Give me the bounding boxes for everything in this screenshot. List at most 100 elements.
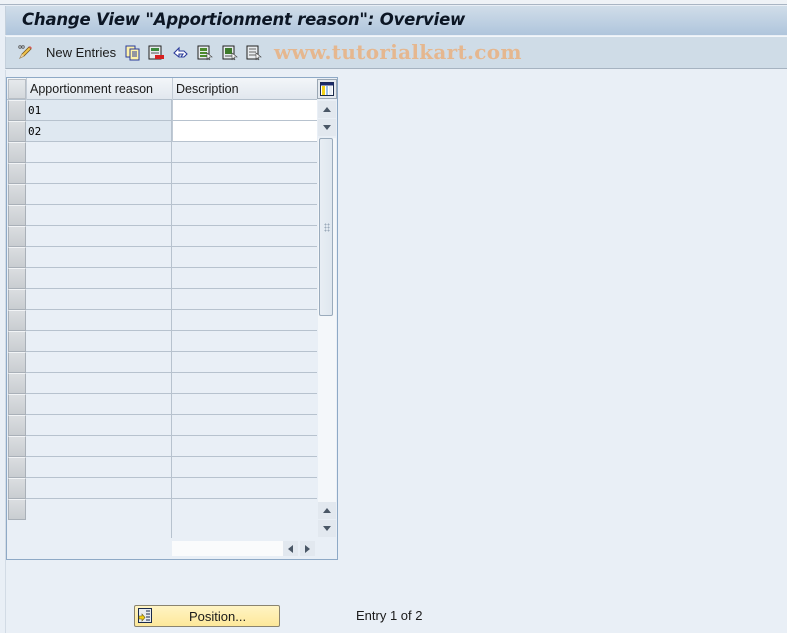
- table-row: [7, 499, 317, 520]
- scroll-right-button[interactable]: [300, 541, 315, 556]
- cell-description: [172, 184, 317, 205]
- position-button[interactable]: Position...: [134, 605, 280, 627]
- table-row: [7, 310, 317, 331]
- cell-apportionment-reason: [26, 205, 172, 226]
- cell-description: [172, 499, 317, 520]
- cell-apportionment-reason: [26, 394, 172, 415]
- position-button-label: Position...: [189, 609, 247, 624]
- row-selector[interactable]: [8, 247, 26, 268]
- column-config-icon: [320, 82, 334, 96]
- cell-description: [172, 163, 317, 184]
- new-entries-button[interactable]: New Entries: [46, 45, 116, 60]
- page-down-button[interactable]: [318, 520, 336, 537]
- table-control: Apportionment reason Description 01 02: [6, 77, 338, 560]
- row-selector[interactable]: [8, 289, 26, 310]
- row-selector[interactable]: [8, 436, 26, 457]
- table-row: 01: [7, 100, 317, 121]
- arrow-left-icon: [288, 544, 293, 553]
- cell-description: [172, 205, 317, 226]
- row-selector[interactable]: [8, 499, 26, 520]
- row-selector[interactable]: [8, 310, 26, 331]
- cell-description: [172, 478, 317, 499]
- table-row: [7, 373, 317, 394]
- vertical-scrollbar[interactable]: [318, 100, 337, 540]
- cell-description: [172, 268, 317, 289]
- table-row: [7, 142, 317, 163]
- cell-description[interactable]: [172, 121, 317, 142]
- table-row: [7, 478, 317, 499]
- column-header-apportionment-reason[interactable]: Apportionment reason: [26, 78, 172, 100]
- select-all-icon[interactable]: [197, 44, 214, 61]
- cell-description: [172, 226, 317, 247]
- row-selector[interactable]: [8, 226, 26, 247]
- cell-description: [172, 142, 317, 163]
- page-title: Change View "Apportionment reason": Over…: [22, 10, 466, 29]
- cell-apportionment-reason: [26, 184, 172, 205]
- cell-apportionment-reason[interactable]: 02: [26, 121, 172, 142]
- arrow-up-icon: [323, 107, 331, 112]
- select-all-rows-button[interactable]: [8, 79, 26, 99]
- table-settings-button[interactable]: [317, 79, 337, 99]
- cell-description: [172, 352, 317, 373]
- row-selector[interactable]: [8, 478, 26, 499]
- entry-counter: Entry 1 of 2: [356, 608, 423, 623]
- delete-icon[interactable]: [148, 44, 165, 61]
- cell-description: [172, 436, 317, 457]
- table-row: [7, 436, 317, 457]
- undo-icon[interactable]: [172, 44, 189, 61]
- cell-apportionment-reason: [26, 373, 172, 394]
- scroll-left-button[interactable]: [283, 541, 298, 556]
- scroll-track[interactable]: [318, 138, 336, 510]
- row-selector[interactable]: [8, 331, 26, 352]
- table-row: [7, 415, 317, 436]
- table-row: [7, 352, 317, 373]
- table-row: [7, 205, 317, 226]
- cell-description: [172, 289, 317, 310]
- row-selector[interactable]: [8, 163, 26, 184]
- scroll-thumb[interactable]: [319, 138, 333, 316]
- cell-apportionment-reason: [26, 457, 172, 478]
- table-row: [7, 184, 317, 205]
- row-selector[interactable]: [8, 268, 26, 289]
- cell-apportionment-reason: [26, 163, 172, 184]
- row-selector[interactable]: [8, 457, 26, 478]
- cell-apportionment-reason: [26, 478, 172, 499]
- window-top-strip: [0, 0, 787, 5]
- cell-description: [172, 247, 317, 268]
- select-block-icon[interactable]: [222, 44, 239, 61]
- horizontal-scroll-track[interactable]: [172, 541, 283, 556]
- cell-apportionment-reason[interactable]: 01: [26, 100, 172, 121]
- cell-apportionment-reason: [26, 289, 172, 310]
- cell-apportionment-reason: [26, 268, 172, 289]
- deselect-all-icon[interactable]: [246, 44, 263, 61]
- watermark-text: www.tutorialkart.com: [274, 40, 522, 64]
- row-selector[interactable]: [8, 352, 26, 373]
- cell-apportionment-reason: [26, 352, 172, 373]
- title-bar: Change View "Apportionment reason": Over…: [5, 6, 787, 35]
- table-row: [7, 163, 317, 184]
- row-selector[interactable]: [8, 121, 26, 142]
- table-row: [7, 331, 317, 352]
- scroll-down-button[interactable]: [318, 119, 336, 136]
- row-selector[interactable]: [8, 142, 26, 163]
- copy-icon[interactable]: [124, 44, 141, 61]
- table-rows: 01 02: [7, 100, 317, 520]
- column-header-description[interactable]: Description: [172, 78, 317, 100]
- cell-apportionment-reason: [26, 142, 172, 163]
- display-change-icon[interactable]: [17, 44, 34, 61]
- position-icon: [138, 608, 152, 623]
- cell-description: [172, 373, 317, 394]
- row-selector[interactable]: [8, 415, 26, 436]
- page-up-button[interactable]: [318, 502, 336, 519]
- row-selector[interactable]: [8, 373, 26, 394]
- cell-apportionment-reason: [26, 415, 172, 436]
- arrow-right-icon: [305, 544, 310, 553]
- row-selector[interactable]: [8, 100, 26, 121]
- scroll-up-button[interactable]: [318, 101, 336, 118]
- cell-description[interactable]: [172, 100, 317, 121]
- table-row: [7, 457, 317, 478]
- row-selector[interactable]: [8, 184, 26, 205]
- row-selector[interactable]: [8, 394, 26, 415]
- row-selector[interactable]: [8, 205, 26, 226]
- cell-description: [172, 394, 317, 415]
